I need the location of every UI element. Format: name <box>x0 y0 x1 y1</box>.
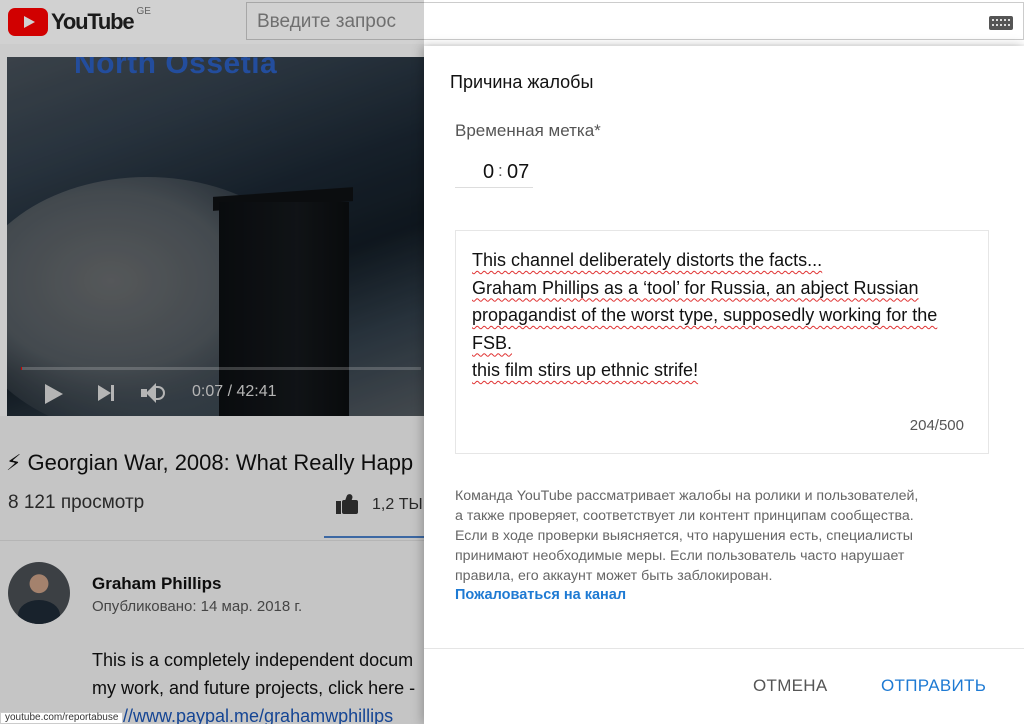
status-bar-url: youtube.com/reportabuse <box>0 712 124 724</box>
info-line: принимают необходимые меры. Если пользов… <box>455 548 905 564</box>
report-channel-link[interactable]: Пожаловаться на канал <box>455 587 626 603</box>
timestamp-seconds[interactable]: 07 <box>507 161 529 184</box>
submit-button[interactable]: ОТПРАВИТЬ <box>881 676 986 696</box>
info-text: Команда YouTube рассматривает жалобы на … <box>455 486 995 586</box>
comment-line: this film stirs up ethnic strife! <box>472 360 699 380</box>
timestamp-colon: : <box>498 161 503 180</box>
dialog-footer-divider <box>424 648 1024 649</box>
modal-backdrop[interactable] <box>0 0 424 724</box>
info-line: Если в ходе проверки выясняется, что нар… <box>455 528 913 544</box>
dialog-title: Причина жалобы <box>450 72 594 92</box>
info-line: Команда YouTube рассматривает жалобы на … <box>455 488 919 504</box>
timestamp-minutes[interactable]: 0 <box>483 161 494 184</box>
comment-line: FSB. <box>472 332 513 353</box>
comment-line: propagandist of the worst type, supposed… <box>472 305 938 325</box>
comment-text[interactable]: This channel deliberately distorts the f… <box>472 247 974 385</box>
character-counter: 204/500 <box>909 417 964 434</box>
info-line: а также проверяет, соответствует ли конт… <box>455 508 914 524</box>
comment-line: This channel deliberately distorts the f… <box>472 250 823 270</box>
comment-line: Graham Phillips as a ‘tool’ for Russia, … <box>472 277 919 298</box>
info-line: правила, его аккаунт может быть заблокир… <box>455 568 773 584</box>
keyboard-icon[interactable] <box>989 16 1013 30</box>
cancel-button[interactable]: ОТМЕНА <box>753 676 828 696</box>
timestamp-label: Временная метка* <box>455 121 601 140</box>
comment-textarea[interactable]: This channel deliberately distorts the f… <box>455 230 989 454</box>
timestamp-input[interactable]: 0 : 07 <box>455 158 533 188</box>
report-dialog: Причина жалобы Временная метка* 0 : 07 T… <box>424 46 1024 724</box>
